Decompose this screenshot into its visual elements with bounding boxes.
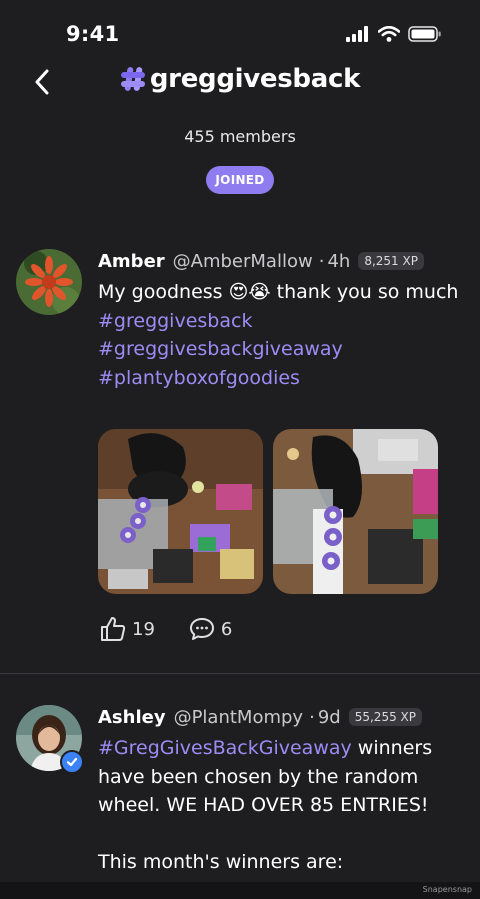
status-icons — [346, 26, 442, 42]
header: greggivesback — [0, 60, 480, 104]
watermark: Snapensnap — [422, 885, 472, 894]
members-count: 455 members — [184, 127, 296, 146]
status-time: 9:41 — [66, 22, 120, 46]
post-time: 9d — [317, 706, 341, 728]
post-photo[interactable] — [273, 429, 438, 594]
title-text: greggivesback — [149, 64, 361, 94]
comment-button[interactable]: 6 — [189, 616, 232, 642]
post-text-second: This month's winners are: — [98, 851, 344, 873]
status-bar: 9:41 — [0, 0, 480, 66]
verified-icon — [60, 750, 84, 774]
hashtag-icon — [120, 67, 145, 91]
page-title: greggivesback — [0, 64, 480, 94]
bottom-strip — [0, 882, 480, 899]
author-name[interactable]: Ashley — [98, 707, 166, 728]
signal-icon — [346, 26, 368, 42]
post-actions: 19 6 — [100, 616, 266, 642]
post-divider — [0, 673, 480, 674]
xp-badge: 8,251 XP — [358, 252, 424, 270]
hashtag-link[interactable]: #plantyboxofgoodies — [98, 364, 464, 393]
battery-icon — [408, 26, 441, 42]
comment-icon — [189, 618, 214, 640]
separator-dot: · — [318, 250, 325, 272]
separator-dot: · — [309, 706, 315, 728]
xp-badge: 55,255 XP — [348, 708, 422, 726]
author-name[interactable]: Amber — [98, 251, 165, 272]
post-photo[interactable] — [98, 429, 263, 594]
author-handle[interactable]: @AmberMallow — [173, 251, 313, 272]
joined-button[interactable]: JOINED — [206, 166, 274, 194]
comment-count: 6 — [220, 618, 233, 640]
like-count: 19 — [132, 618, 155, 640]
like-button[interactable]: 19 — [100, 616, 155, 642]
post-body: Ashley @PlantMompy · 9d 55,255 XP #GregG… — [98, 704, 464, 877]
avatar[interactable] — [16, 249, 82, 315]
post-photos — [98, 429, 438, 594]
post-time: 4h — [327, 250, 351, 272]
post-body: Amber @AmberMallow · 4h 8,251 XP My good… — [98, 248, 464, 392]
hashtag-link[interactable]: #greggivesback — [98, 307, 464, 336]
post-header: Amber @AmberMallow · 4h 8,251 XP — [98, 248, 464, 274]
hashtag-link[interactable]: #GregGivesBackGiveaway — [98, 737, 352, 759]
wifi-icon — [378, 26, 400, 42]
hashtag-link[interactable]: #greggivesbackgiveaway — [98, 335, 464, 364]
post-header: Ashley @PlantMompy · 9d 55,255 XP — [98, 704, 464, 730]
post-text-line: My goodness 😍😭 thank you so much — [98, 281, 459, 303]
author-handle[interactable]: @PlantMompy — [174, 707, 304, 728]
post-text: #GregGivesBackGiveaway winners have been… — [98, 734, 464, 877]
thumbs-up-icon — [101, 617, 126, 641]
post-text: My goodness 😍😭 thank you so much #greggi… — [98, 278, 464, 392]
